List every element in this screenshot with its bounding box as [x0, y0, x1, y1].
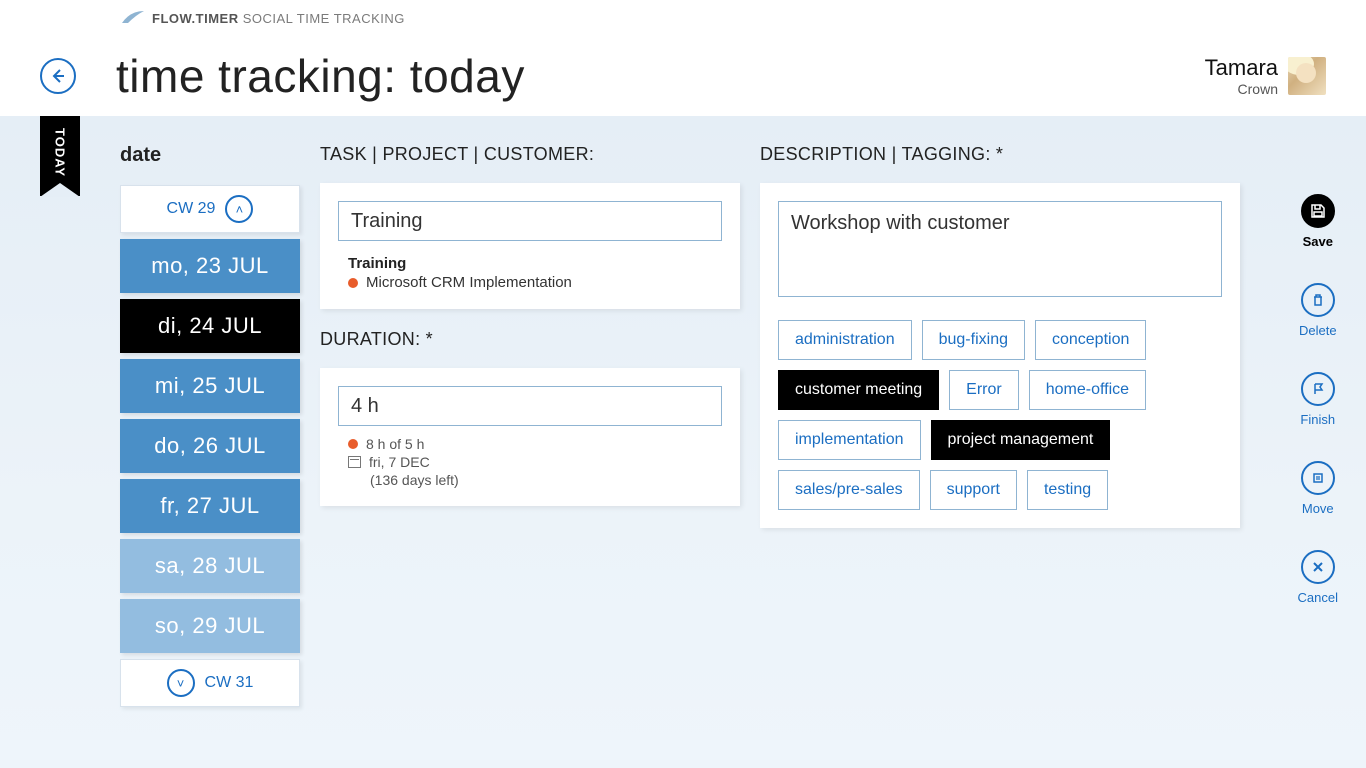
today-ribbon-label: TODAY [53, 128, 68, 177]
feather-icon [120, 9, 146, 27]
tag[interactable]: testing [1027, 470, 1108, 510]
trash-icon [1301, 283, 1335, 317]
close-icon [1301, 550, 1335, 584]
day-item[interactable]: do, 26 JUL [120, 419, 300, 473]
day-item[interactable]: fr, 27 JUL [120, 479, 300, 533]
description-column: DESCRIPTION | TAGGING: * administrationb… [760, 144, 1240, 713]
day-item[interactable]: di, 24 JUL [120, 299, 300, 353]
user-name: Tamara [1205, 55, 1278, 81]
date-column: date CW 29 ˄ mo, 23 JUL di, 24 JUL mi, 25 … [120, 144, 300, 713]
move-button[interactable]: Move [1301, 461, 1335, 516]
brand-name: FLOW.TIMER [152, 11, 239, 26]
brand-strip: FLOW.TIMER SOCIAL TIME TRACKING [0, 0, 1366, 36]
days-left-line: (136 days left) [370, 472, 459, 488]
duration-section-label: DURATION: * [320, 329, 740, 350]
save-label: Save [1303, 234, 1333, 249]
avatar[interactable] [1288, 57, 1326, 95]
finish-label: Finish [1300, 412, 1335, 427]
back-button[interactable] [40, 58, 76, 94]
tag[interactable]: sales/pre-sales [778, 470, 920, 510]
cancel-button[interactable]: Cancel [1298, 550, 1338, 605]
brand-text: FLOW.TIMER SOCIAL TIME TRACKING [152, 11, 405, 26]
week-next[interactable]: ˅ CW 31 [120, 659, 300, 707]
tag[interactable]: support [930, 470, 1017, 510]
date-heading: date [120, 144, 300, 167]
day-item[interactable]: mi, 25 JUL [120, 359, 300, 413]
project-dot-icon [348, 278, 358, 288]
brand-tagline: SOCIAL TIME TRACKING [239, 11, 405, 26]
move-label: Move [1302, 501, 1334, 516]
tag[interactable]: implementation [778, 420, 921, 460]
finish-button[interactable]: Finish [1300, 372, 1335, 427]
chevron-down-icon: ˅ [167, 669, 195, 697]
budget-dot-icon [348, 439, 358, 449]
flag-icon [1301, 372, 1335, 406]
tag[interactable]: Error [949, 370, 1019, 410]
tag[interactable]: project management [931, 420, 1111, 460]
tag[interactable]: conception [1035, 320, 1146, 360]
due-line: fri, 7 DEC [369, 454, 430, 470]
content-area: TODAY date CW 29 ˄ mo, 23 JUL di, 24 JUL m… [0, 116, 1366, 768]
task-selected-name: Training [348, 255, 722, 272]
description-section-label: DESCRIPTION | TAGGING: * [760, 144, 1240, 165]
chevron-up-icon: ˄ [225, 195, 253, 223]
duration-card: 8 h of 5 h fri, 7 DEC (136 days left) [320, 368, 740, 506]
save-button[interactable]: Save [1301, 194, 1335, 249]
description-input[interactable] [778, 201, 1222, 297]
day-item[interactable]: mo, 23 JUL [120, 239, 300, 293]
task-card: Training Microsoft CRM Implementation [320, 183, 740, 309]
tag[interactable]: home-office [1029, 370, 1146, 410]
week-prev[interactable]: CW 29 ˄ [120, 185, 300, 233]
calendar-icon [348, 456, 361, 468]
task-section-label: TASK | PROJECT | CUSTOMER: [320, 144, 740, 165]
tag-list: administrationbug-fixingconception custom… [778, 320, 1222, 510]
user-block[interactable]: Tamara Crown [1205, 55, 1326, 97]
week-prev-label: CW 29 [167, 200, 216, 218]
budget-line: 8 h of 5 h [366, 436, 424, 452]
today-ribbon[interactable]: TODAY [40, 116, 80, 196]
move-icon [1301, 461, 1335, 495]
week-next-label: CW 31 [205, 674, 254, 692]
page-title: time tracking: today [116, 49, 525, 103]
task-column: TASK | PROJECT | CUSTOMER: Training Micr… [320, 144, 740, 713]
user-subtitle: Crown [1205, 81, 1278, 97]
save-icon [1301, 194, 1335, 228]
duration-input[interactable] [338, 386, 722, 426]
delete-label: Delete [1299, 323, 1337, 338]
tag[interactable]: bug-fixing [922, 320, 1025, 360]
task-input[interactable] [338, 201, 722, 241]
page-header: time tracking: today Tamara Crown [0, 36, 1366, 116]
description-card: administrationbug-fixingconception custom… [760, 183, 1240, 528]
action-rail: Save Delete Finish Move Cancel [1298, 194, 1338, 605]
cancel-label: Cancel [1298, 590, 1338, 605]
day-item[interactable]: so, 29 JUL [120, 599, 300, 653]
tag[interactable]: administration [778, 320, 912, 360]
tag[interactable]: customer meeting [778, 370, 939, 410]
delete-button[interactable]: Delete [1299, 283, 1337, 338]
day-item[interactable]: sa, 28 JUL [120, 539, 300, 593]
task-project: Microsoft CRM Implementation [366, 274, 572, 291]
